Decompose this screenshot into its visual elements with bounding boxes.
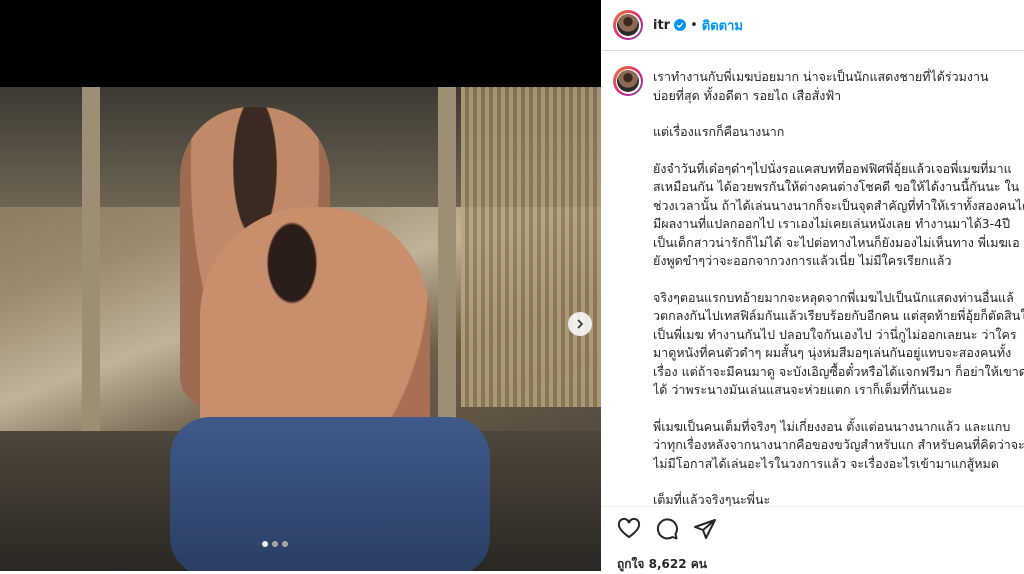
username[interactable]: itr: [653, 18, 670, 33]
caption-paragraph: ยังจำวันที่เด๋อๆด๋าๆไปนั่งรอแคสบทที่ออฟฟ…: [653, 160, 1024, 271]
photo-figure-clothing: [170, 417, 490, 571]
post-side-panel: itr • ติดตาม เราทำงานกับพี่เมฆบ่อยมาก น่…: [601, 0, 1024, 571]
carousel-indicator: [262, 541, 288, 547]
caption-line: แต่เรื่องแรกก็คือนางนาก: [653, 124, 785, 139]
caption-text: เราทำงานกับพี่เมฆบ่อยมาก น่าจะเป็นนักแสด…: [653, 68, 1024, 506]
chevron-right-icon: [577, 319, 584, 329]
heart-icon: [617, 517, 641, 539]
caption-line: เป็นพี่เมฆ ทำงานกันไป ปลอบใจกันเองไป ว่า…: [653, 326, 1017, 342]
share-icon: [694, 519, 716, 539]
caption-line: จริงๆตอนแรกบทอ้ายมากจะหลุดจากพี่เมฆไปเป็…: [653, 289, 1014, 305]
comment-icon: [656, 518, 678, 540]
carousel-dot[interactable]: [282, 541, 288, 547]
caption-paragraph: เราทำงานกับพี่เมฆบ่อยมาก น่าจะเป็นนักแสด…: [653, 68, 1024, 105]
caption-line: ไม่มีโอกาสได้เล่นอะไรในวงการแล้ว จะเรื่อ…: [653, 455, 999, 471]
comment-button[interactable]: [655, 517, 679, 541]
verified-badge-icon: [674, 19, 687, 31]
caption-paragraph: แต่เรื่องแรกก็คือนางนาก: [653, 123, 1024, 142]
caption-line: บ่อยที่สุด ทั้งอดีตา รอยไถ เสือสั่งฟ้า: [653, 87, 842, 103]
share-button[interactable]: [693, 517, 717, 541]
caption-paragraph: พี่เมฆเป็นคนเต็มที่จริงๆ ไม่เกี่ยงงอน ตั…: [653, 418, 1024, 474]
photo-bamboo-wall: [461, 87, 601, 407]
carousel-next-button[interactable]: [568, 312, 592, 336]
carousel-dot[interactable]: [272, 541, 278, 547]
caption-line: มาดูหนังที่คนตัวดำๆ ผมสั้นๆ นุ่งห่มสีมอๆ…: [653, 345, 1012, 360]
follow-button[interactable]: ติดตาม: [702, 15, 743, 36]
carousel-dot[interactable]: [262, 541, 268, 547]
caption-line: ได้ ว่าพระนางมันเล่นแสนจะห่วยแตก เราก็เต…: [653, 382, 953, 397]
caption-line: เราทำงานกับพี่เมฆบ่อยมาก น่าจะเป็นนักแสด…: [653, 69, 989, 84]
caption-paragraph: เต็มที่แล้วจริงๆนะพี่นะ: [653, 491, 1024, 506]
caption-line: วตกลงกันไปเทสฟิล์มกันแล้วเรียบร้อยกับอีก…: [653, 308, 1024, 323]
caption-line: ช่วงเวลานั้น ถ้าได้เล่นนางนากก็จะเป็นจุด…: [653, 197, 1024, 213]
caption-paragraph: จริงๆตอนแรกบทอ้ายมากจะหลุดจากพี่เมฆไปเป็…: [653, 289, 1024, 400]
caption-line: เต็มที่แล้วจริงๆนะพี่นะ: [653, 492, 771, 506]
post-header: itr • ติดตาม: [601, 0, 1024, 51]
caption-section: เราทำงานกับพี่เมฆบ่อยมาก น่าจะเป็นนักแสด…: [613, 66, 1024, 506]
post-photo: [0, 87, 601, 571]
caption-line: ยังจำวันที่เด๋อๆด๋าๆไปนั่งรอแคสบทที่ออฟฟ…: [653, 160, 1012, 176]
caption-avatar[interactable]: [613, 66, 643, 96]
post-actions: ถูกใจ 8,622 คน: [601, 506, 1024, 572]
header-separator: •: [690, 17, 698, 33]
caption-line: ยังพูดขำๆว่าจะออกจากวงการแล้วเนี่ย ไม่มี…: [653, 253, 952, 268]
caption-line: เป็นเด็กสาวน่ารักก็ไม่ได้ จะไปต่อทางไหนก…: [653, 234, 1020, 250]
caption-line: พี่เมฆเป็นคนเต็มที่จริงๆ ไม่เกี่ยงงอน ตั…: [653, 418, 1011, 434]
caption-line: สเหมือนกัน ได้อวยพรกันให้ต่างคนต่างโชคดี…: [653, 179, 1020, 194]
like-button[interactable]: [617, 517, 641, 541]
caption-line: มีผลงานที่แปลกออกไป เราเองไม่เคยเล่นหนัง…: [653, 216, 1011, 231]
likes-count[interactable]: ถูกใจ 8,622 คน: [617, 555, 707, 574]
caption-line: ว่าทุกเรื่องหลังจากนางนากคือของขวัญสำหรั…: [653, 437, 1024, 452]
avatar[interactable]: [613, 10, 643, 40]
caption-line: เรื่อง แต่ถ้าจะมีคนมาดู จะบังเอิญซื้อตั๋…: [653, 363, 1024, 379]
post-media: [0, 0, 601, 571]
